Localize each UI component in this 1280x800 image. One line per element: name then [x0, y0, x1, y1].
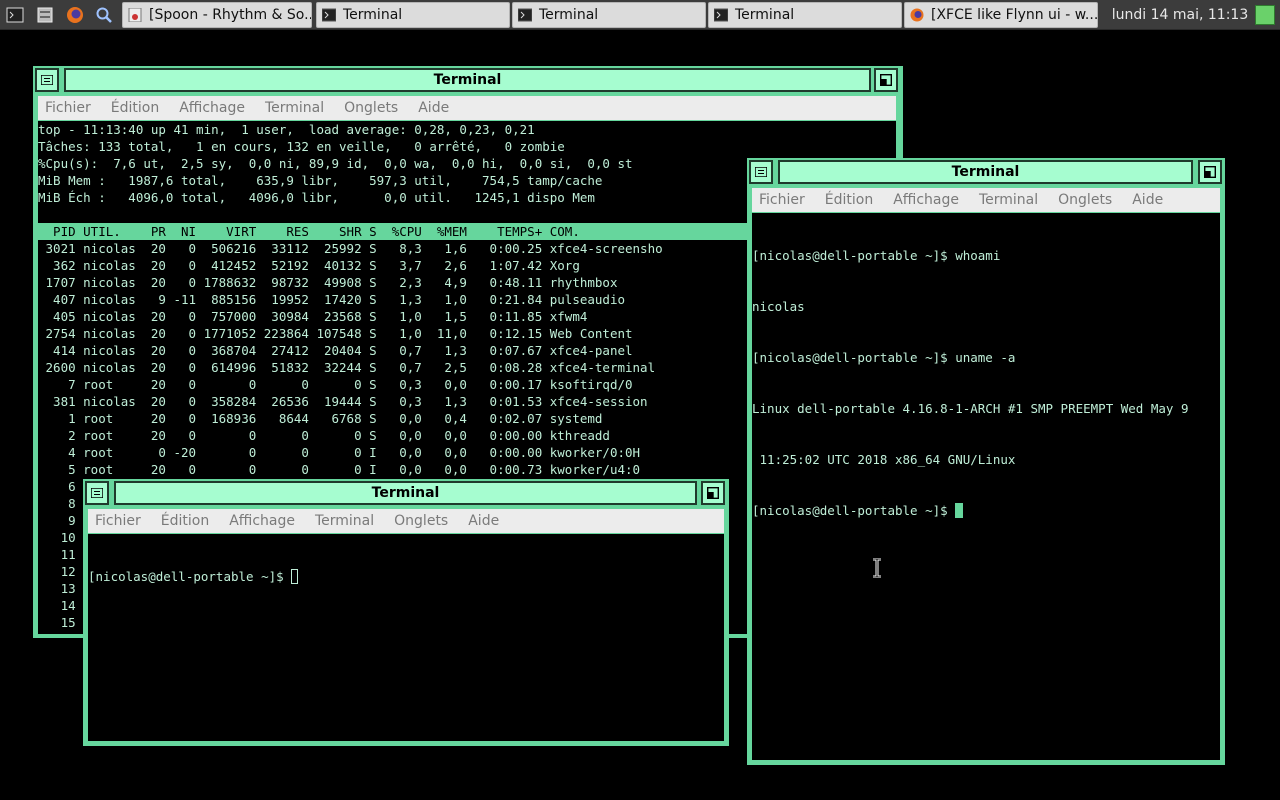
text-cursor: [955, 503, 964, 518]
menu-onglets[interactable]: Onglets: [344, 100, 398, 116]
task-label: Terminal: [539, 7, 599, 23]
menu-affichage[interactable]: Affichage: [229, 513, 295, 529]
menu-edition[interactable]: Édition: [161, 513, 209, 529]
window-menu-icon[interactable]: [35, 68, 59, 92]
title-bar[interactable]: Terminal: [33, 66, 903, 94]
task-firefox[interactable]: [XFCE like Flynn ui - w...: [904, 2, 1098, 28]
menu-aide[interactable]: Aide: [418, 100, 449, 116]
menu-onglets[interactable]: Onglets: [1058, 192, 1112, 208]
terminal-output-bottom[interactable]: [nicolas@dell-portable ~]$: [88, 534, 724, 741]
output-line: [nicolas@dell-portable ~]$ whoami: [752, 248, 1001, 263]
maximize-icon[interactable]: [874, 68, 898, 92]
title-bar[interactable]: Terminal: [83, 479, 729, 507]
task-terminal-1[interactable]: Terminal: [316, 2, 510, 28]
terminal-icon: [322, 8, 336, 22]
top-summary-line: Tâches: 133 total, 1 en cours, 132 en ve…: [38, 139, 565, 154]
menu-terminal[interactable]: Terminal: [265, 100, 324, 116]
task-label: Terminal: [343, 7, 403, 23]
window-menu-icon[interactable]: [749, 160, 773, 184]
menu-bar: Fichier Édition Affichage Terminal Onglets Ai…: [38, 96, 896, 120]
menu-edition[interactable]: Édition: [825, 192, 873, 208]
output-line: 11:25:02 UTC 2018 x86_64 GNU/Linux: [752, 452, 1016, 467]
maximize-icon[interactable]: [701, 481, 725, 505]
text-cursor: [291, 569, 299, 584]
task-rhythmbox[interactable]: [Spoon - Rhythm & So...: [122, 2, 312, 28]
tray-app-icon[interactable]: [1255, 5, 1275, 25]
menu-affichage[interactable]: Affichage: [179, 100, 245, 116]
firefox-icon[interactable]: [64, 4, 86, 26]
menu-affichage[interactable]: Affichage: [893, 192, 959, 208]
terminal-icon: [518, 8, 532, 22]
terminal-output-right[interactable]: [nicolas@dell-portable ~]$ whoami nicola…: [752, 213, 1220, 760]
search-icon[interactable]: [93, 4, 115, 26]
menu-fichier[interactable]: Fichier: [45, 100, 91, 116]
menu-bar: Fichier Édition Affichage Terminal Onglets Ai…: [88, 509, 724, 533]
menu-fichier[interactable]: Fichier: [95, 513, 141, 529]
shell-prompt: [nicolas@dell-portable ~]$: [88, 569, 292, 584]
title-bar[interactable]: Terminal: [747, 158, 1225, 186]
window-title: Terminal: [64, 68, 871, 92]
output-line: [nicolas@dell-portable ~]$ uname -a: [752, 350, 1016, 365]
menu-edition[interactable]: Édition: [111, 100, 159, 116]
task-label: Terminal: [735, 7, 795, 23]
terminal-icon[interactable]: [4, 4, 26, 26]
window-title: Terminal: [114, 481, 697, 505]
menu-fichier[interactable]: Fichier: [759, 192, 805, 208]
file-manager-icon[interactable]: [34, 4, 56, 26]
task-terminal-3[interactable]: Terminal: [708, 2, 902, 28]
menu-aide[interactable]: Aide: [1132, 192, 1163, 208]
terminal-window-bottom[interactable]: Terminal Fichier Édition Affichage Terminal…: [83, 479, 729, 746]
text-cursor-ibeam-icon: [873, 558, 881, 578]
task-terminal-2[interactable]: Terminal: [512, 2, 706, 28]
shell-prompt: [nicolas@dell-portable ~]$: [752, 503, 956, 518]
menu-aide[interactable]: Aide: [468, 513, 499, 529]
output-line: Linux dell-portable 4.16.8-1-ARCH #1 SMP…: [752, 401, 1189, 416]
firefox-icon: [910, 8, 924, 22]
menu-onglets[interactable]: Onglets: [394, 513, 448, 529]
menu-terminal[interactable]: Terminal: [979, 192, 1038, 208]
rhythmbox-icon: [128, 8, 142, 22]
terminal-icon: [714, 8, 728, 22]
task-label: [Spoon - Rhythm & So...: [149, 7, 312, 23]
window-title: Terminal: [778, 160, 1193, 184]
window-menu-icon[interactable]: [85, 481, 109, 505]
top-panel: [Spoon - Rhythm & So... Terminal Termina…: [0, 0, 1280, 30]
output-line: nicolas: [752, 299, 805, 314]
menu-terminal[interactable]: Terminal: [315, 513, 374, 529]
clock[interactable]: lundi 14 mai, 11:13: [1110, 0, 1250, 30]
task-label: [XFCE like Flynn ui - w...: [931, 7, 1098, 23]
top-summary-line: top - 11:13:40 up 41 min, 1 user, load a…: [38, 122, 535, 137]
maximize-icon[interactable]: [1198, 160, 1222, 184]
menu-bar: Fichier Édition Affichage Terminal Onglets Ai…: [752, 188, 1220, 212]
terminal-window-right[interactable]: Terminal Fichier Édition Affichage Terminal…: [747, 158, 1225, 765]
